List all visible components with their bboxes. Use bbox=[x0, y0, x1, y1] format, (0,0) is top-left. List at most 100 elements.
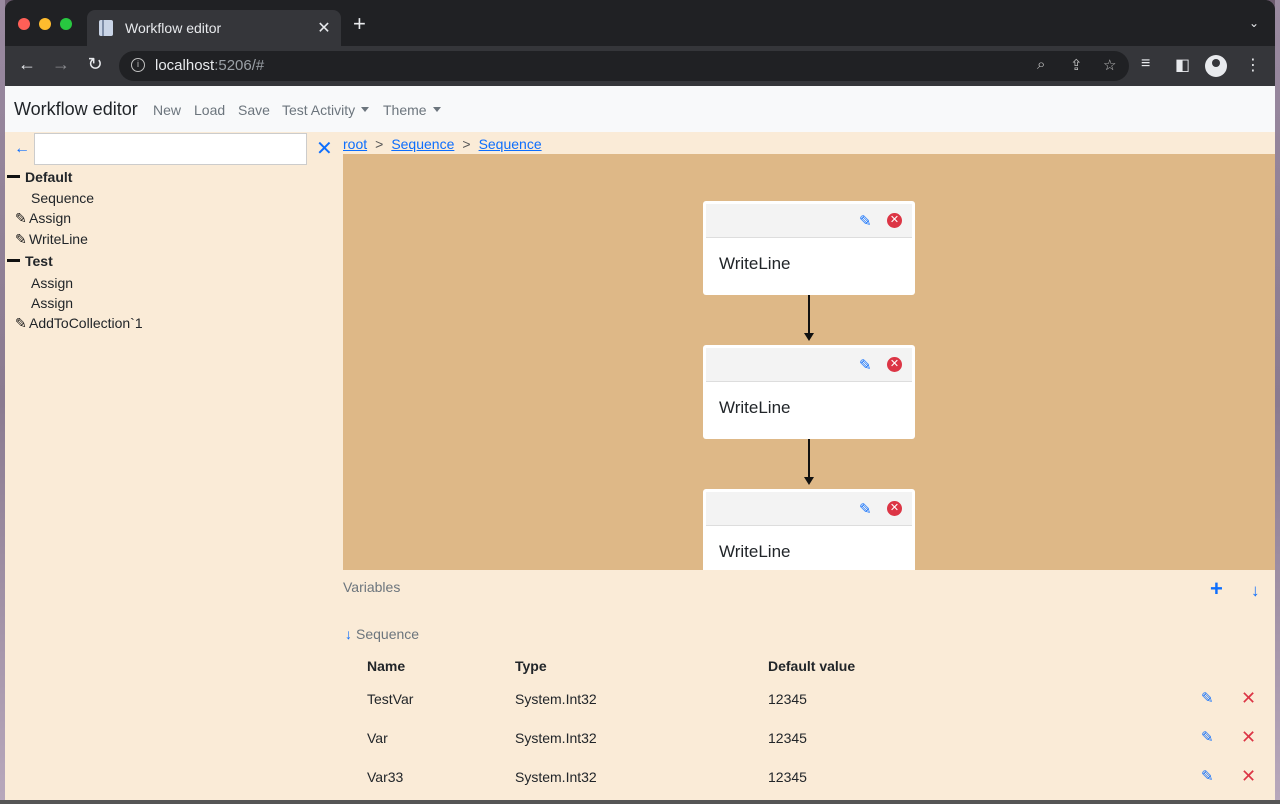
activity-node-header: ✎ ✕ bbox=[706, 348, 912, 382]
tree-group-test[interactable]: Test bbox=[7, 253, 53, 269]
back-arrow-icon[interactable]: ← bbox=[15, 54, 39, 75]
tab-title: Workflow editor bbox=[125, 20, 222, 36]
edit-pencil-icon[interactable]: ✎ bbox=[859, 356, 872, 374]
nav-new[interactable]: New bbox=[153, 102, 181, 118]
page-favicon-icon bbox=[99, 20, 113, 36]
activity-node[interactable]: ✎ ✕ WriteLine bbox=[703, 489, 915, 570]
media-queue-icon[interactable]: ≡ bbox=[1141, 55, 1150, 73]
breadcrumb-sequence[interactable]: Sequence bbox=[479, 136, 542, 152]
collapse-minus-icon[interactable] bbox=[7, 259, 20, 262]
pencil-icon[interactable]: ✎ bbox=[15, 231, 29, 248]
column-header-type: Type bbox=[515, 658, 547, 674]
delete-x-icon[interactable]: ✕ bbox=[1241, 728, 1256, 746]
pencil-icon[interactable]: ✎ bbox=[15, 315, 29, 332]
tab-strip: Workflow editor ✕ + ⌄ bbox=[5, 0, 1275, 46]
add-variable-plus-icon[interactable]: + bbox=[1210, 578, 1223, 600]
bookmark-star-icon[interactable]: ☆ bbox=[1103, 56, 1116, 74]
address-bar[interactable]: i localhost:5206/# ⌕ ⇪ ☆ bbox=[119, 51, 1129, 81]
variable-name: TestVar bbox=[367, 691, 414, 707]
reload-icon[interactable]: ↻ bbox=[83, 54, 107, 75]
tree-item-assign[interactable]: Assign bbox=[31, 295, 73, 311]
breadcrumb-sequence[interactable]: Sequence bbox=[391, 136, 454, 152]
more-menu-icon[interactable]: ⋮ bbox=[1245, 55, 1261, 75]
edit-pencil-icon[interactable]: ✎ bbox=[859, 212, 872, 230]
browser-tab[interactable]: Workflow editor ✕ bbox=[87, 10, 341, 46]
caret-down-icon bbox=[432, 107, 441, 112]
activity-node-title: WriteLine bbox=[719, 398, 791, 417]
variable-type: System.Int32 bbox=[515, 730, 597, 746]
tab-search-chevron-icon[interactable]: ⌄ bbox=[1249, 16, 1259, 30]
maximize-window-button[interactable] bbox=[60, 18, 72, 30]
delete-circle-icon[interactable]: ✕ bbox=[887, 213, 902, 228]
tree-item-addtocollection[interactable]: ✎ AddToCollection`1 bbox=[15, 315, 143, 332]
nav-theme-dropdown[interactable]: Theme bbox=[383, 102, 441, 118]
tree-item-label: Assign bbox=[29, 210, 72, 226]
delete-circle-icon[interactable]: ✕ bbox=[887, 357, 902, 372]
toolbox-search-input[interactable] bbox=[34, 133, 307, 165]
desktop-background-right bbox=[1275, 0, 1280, 804]
activity-node-header: ✎ ✕ bbox=[706, 492, 912, 526]
tree-item-writeline[interactable]: ✎ WriteLine bbox=[15, 231, 88, 248]
nav-load[interactable]: Load bbox=[194, 102, 225, 118]
tree-item-label: AddToCollection`1 bbox=[29, 315, 143, 331]
zoom-icon[interactable]: ⌕ bbox=[1037, 56, 1045, 73]
variable-type: System.Int32 bbox=[515, 769, 597, 785]
variable-scope[interactable]: ↓ Sequence bbox=[345, 626, 419, 642]
share-icon[interactable]: ⇪ bbox=[1070, 56, 1083, 74]
tree-item-label: WriteLine bbox=[29, 231, 88, 247]
close-window-button[interactable] bbox=[18, 18, 30, 30]
breadcrumb-separator: > bbox=[375, 136, 384, 152]
tree-item-assign[interactable]: Assign bbox=[31, 275, 73, 291]
activity-node[interactable]: ✎ ✕ WriteLine bbox=[703, 201, 915, 295]
forward-arrow-icon[interactable]: → bbox=[49, 54, 73, 75]
minimize-window-button[interactable] bbox=[39, 18, 51, 30]
side-panel-icon[interactable]: ◧ bbox=[1175, 55, 1190, 75]
back-arrow-icon[interactable]: ← bbox=[14, 140, 30, 158]
app-navbar: Workflow editor New Load Save Test Activ… bbox=[5, 86, 1275, 132]
edit-pencil-icon[interactable]: ✎ bbox=[1201, 767, 1214, 785]
breadcrumb-separator: > bbox=[462, 136, 471, 152]
breadcrumb-root[interactable]: root bbox=[343, 136, 367, 152]
activity-node-header: ✎ ✕ bbox=[706, 204, 912, 238]
variable-name: Var bbox=[367, 730, 388, 746]
variable-default: 12345 bbox=[768, 691, 807, 707]
activity-node-title: WriteLine bbox=[719, 542, 791, 561]
delete-x-icon[interactable]: ✕ bbox=[1241, 767, 1256, 785]
web-page: Workflow editor New Load Save Test Activ… bbox=[5, 86, 1275, 800]
down-arrow-icon[interactable]: ↓ bbox=[345, 626, 352, 642]
desktop-background-bottom bbox=[0, 800, 1280, 804]
connector-arrow bbox=[804, 439, 814, 485]
caret-down-icon bbox=[361, 107, 370, 112]
tree-item-assign[interactable]: ✎ Assign bbox=[15, 210, 71, 227]
collapse-minus-icon[interactable] bbox=[7, 175, 20, 178]
edit-pencil-icon[interactable]: ✎ bbox=[859, 500, 872, 518]
scope-label: Sequence bbox=[356, 626, 420, 642]
site-info-icon[interactable]: i bbox=[131, 58, 145, 72]
profile-avatar-icon[interactable] bbox=[1205, 55, 1227, 77]
nav-test-activity-dropdown[interactable]: Test Activity bbox=[282, 102, 370, 118]
activity-node-title: WriteLine bbox=[719, 254, 791, 273]
pencil-icon[interactable]: ✎ bbox=[15, 210, 29, 227]
clear-search-icon[interactable]: ✕ bbox=[316, 139, 333, 159]
nav-save[interactable]: Save bbox=[238, 102, 270, 118]
breadcrumb: root > Sequence > Sequence bbox=[343, 136, 542, 152]
delete-circle-icon[interactable]: ✕ bbox=[887, 501, 902, 516]
activity-node[interactable]: ✎ ✕ WriteLine bbox=[703, 345, 915, 439]
variable-default: 12345 bbox=[768, 730, 807, 746]
tree-group-label: Test bbox=[25, 253, 53, 269]
variable-default: 12345 bbox=[768, 769, 807, 785]
new-tab-plus-icon[interactable]: + bbox=[353, 13, 366, 35]
workflow-canvas[interactable]: ✎ ✕ WriteLine ✎ ✕ WriteLine ✎ ✕ WriteLin… bbox=[343, 154, 1275, 570]
edit-pencil-icon[interactable]: ✎ bbox=[1201, 728, 1214, 746]
tree-group-label: Default bbox=[25, 169, 73, 185]
collapse-down-arrow-icon[interactable]: ↓ bbox=[1251, 581, 1260, 601]
variables-label: Variables bbox=[343, 579, 401, 595]
tab-close-icon[interactable]: ✕ bbox=[315, 18, 333, 38]
tree-group-default[interactable]: Default bbox=[7, 169, 72, 185]
delete-x-icon[interactable]: ✕ bbox=[1241, 689, 1256, 707]
app-brand[interactable]: Workflow editor bbox=[14, 99, 138, 120]
edit-pencil-icon[interactable]: ✎ bbox=[1201, 689, 1214, 707]
tree-item-sequence[interactable]: Sequence bbox=[31, 190, 94, 206]
url-text: localhost:5206/# bbox=[155, 57, 264, 74]
url-host: localhost bbox=[155, 57, 215, 74]
